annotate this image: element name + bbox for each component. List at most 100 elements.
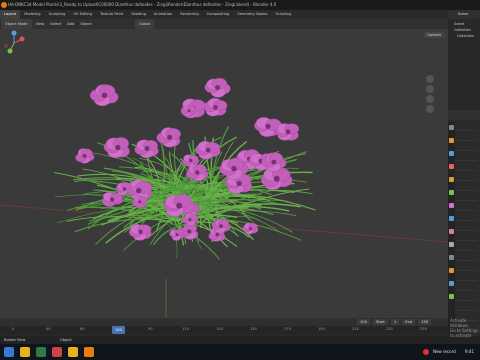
properties-row[interactable]	[457, 154, 477, 161]
grid-icon[interactable]	[426, 105, 434, 113]
workspace-tab[interactable]: Rendering	[176, 10, 202, 19]
properties-tab-icon[interactable]	[449, 177, 454, 182]
workspace-tab[interactable]: Modeling	[20, 10, 44, 19]
properties-row[interactable]	[457, 174, 477, 181]
properties-row[interactable]	[457, 274, 477, 281]
timeline-tick-label: 90	[148, 327, 153, 331]
options-dropdown[interactable]: Options	[424, 32, 444, 38]
timeline-tick-label: 130	[216, 327, 223, 331]
properties-tab-icon[interactable]	[449, 125, 454, 130]
system-tray: New record 9:41	[422, 344, 474, 360]
dianthus-flower	[275, 123, 300, 141]
watermark-line1: Activate Windows	[450, 318, 468, 328]
properties-tab-icon[interactable]	[449, 190, 454, 195]
properties-row[interactable]	[457, 204, 477, 211]
workspace-tab[interactable]: Scripting	[271, 10, 295, 19]
workspace-tab[interactable]: Animation	[150, 10, 176, 19]
blender-logo-icon	[1, 2, 7, 8]
workspace-tabs: Layout Modeling Sculpting UV Editing Texture…	[0, 10, 448, 19]
workspace-tab[interactable]: UV Editing	[69, 10, 96, 19]
properties-row[interactable]	[457, 184, 477, 191]
folder-icon[interactable]	[68, 347, 78, 357]
timeline-tick-label: 40	[46, 327, 51, 331]
app-icon[interactable]	[52, 347, 62, 357]
zoom-icon[interactable]	[426, 75, 434, 83]
properties-row[interactable]	[457, 244, 477, 251]
properties-row[interactable]	[457, 134, 477, 141]
workspace-tab[interactable]: Sculpting	[45, 10, 70, 19]
status-left: Rotate View	[4, 338, 26, 342]
properties-tab-icon[interactable]	[449, 151, 454, 156]
dianthus-flower	[204, 77, 231, 98]
viewport-menu-item[interactable]: View	[33, 19, 48, 29]
properties-tab-icon[interactable]	[449, 216, 454, 221]
properties-tab-icon[interactable]	[449, 203, 454, 208]
navigation-gizmo-icon[interactable]	[0, 29, 28, 57]
properties-row[interactable]	[457, 164, 477, 171]
timeline-tick-label: 60	[80, 327, 85, 331]
tray-record-text: New record	[432, 349, 456, 354]
timeline-ruler[interactable]: 250230210190170150130110907060400 100	[0, 326, 448, 334]
timeline-tick-label: 150	[250, 327, 257, 331]
frame-range: 100 Start 1 End 250	[355, 319, 432, 325]
3d-viewport[interactable]: Options	[0, 29, 448, 318]
properties-tab-icon[interactable]	[449, 255, 454, 260]
window-titlebar: HA-DNKC3d Model Plants\3_Ready to Upload…	[0, 0, 480, 10]
pan-hand-icon[interactable]	[426, 85, 434, 93]
viewport-menu-item[interactable]: Add	[64, 19, 77, 29]
workspace-tab[interactable]: Geometry Nodes	[233, 10, 271, 19]
timeline-tick-label: 190	[318, 327, 325, 331]
chrome-icon[interactable]	[36, 347, 46, 357]
viewport-menu-item[interactable]: Select	[47, 19, 64, 29]
activate-windows-watermark: Activate Windows Go to Settings to activ…	[450, 318, 480, 338]
dianthus-flower	[242, 222, 259, 235]
status-bar: Rotate View Object	[0, 336, 480, 344]
clock: 9:41	[465, 349, 474, 354]
workspace-tab[interactable]: Texture Paint	[96, 10, 127, 19]
outliner-panel: Scene Scene Collection Collection	[448, 10, 480, 110]
properties-tab-icon[interactable]	[449, 268, 454, 273]
end-label: End	[402, 319, 416, 325]
dianthus-flower	[134, 139, 159, 159]
viewport-menu-item[interactable]: Object	[77, 19, 95, 29]
properties-row[interactable]	[457, 224, 477, 231]
end-frame-field[interactable]: 250	[418, 319, 432, 325]
dianthus-flower	[203, 98, 228, 117]
properties-tab-icon[interactable]	[449, 281, 454, 286]
outliner-item[interactable]: Scene Collection	[448, 21, 480, 33]
timeline-tick-label: 170	[284, 327, 291, 331]
properties-row[interactable]	[457, 284, 477, 291]
outliner-item[interactable]: Collection	[448, 33, 480, 39]
workspace-tab[interactable]: Compositing	[203, 10, 234, 19]
properties-tab-icon[interactable]	[449, 138, 454, 143]
workspace-tab[interactable]: Shading	[127, 10, 150, 19]
outliner-title: Scene	[448, 10, 480, 19]
properties-row[interactable]	[457, 264, 477, 271]
playhead[interactable]: 100	[112, 326, 125, 334]
transform-orientation-dropdown[interactable]: Global	[134, 19, 155, 29]
current-frame-field[interactable]: 100	[357, 319, 370, 325]
dianthus-flower	[128, 224, 152, 241]
properties-row[interactable]	[457, 214, 477, 221]
properties-tab-icon[interactable]	[449, 242, 454, 247]
start-frame-field[interactable]: 1	[390, 319, 400, 325]
start-icon[interactable]	[4, 347, 14, 357]
properties-tab-icon[interactable]	[449, 229, 454, 234]
record-icon[interactable]	[422, 349, 429, 355]
properties-tab-icon[interactable]	[449, 164, 454, 169]
properties-row[interactable]	[457, 194, 477, 201]
properties-tab-icon[interactable]	[449, 294, 454, 299]
properties-row[interactable]	[457, 144, 477, 151]
viewport-menu-item[interactable]: Object Mode	[1, 19, 32, 29]
properties-row[interactable]	[457, 254, 477, 261]
camera-icon[interactable]	[426, 95, 434, 103]
file-explorer-icon[interactable]	[20, 347, 30, 357]
properties-row[interactable]	[457, 234, 477, 241]
blender-taskbar-icon[interactable]	[84, 347, 94, 357]
properties-row[interactable]	[457, 304, 477, 311]
timeline-tick-label: 0	[12, 327, 15, 331]
properties-row[interactable]	[457, 124, 477, 131]
workspace-tab[interactable]: Layout	[0, 10, 21, 19]
properties-row[interactable]	[457, 294, 477, 301]
properties-panel	[448, 110, 480, 336]
